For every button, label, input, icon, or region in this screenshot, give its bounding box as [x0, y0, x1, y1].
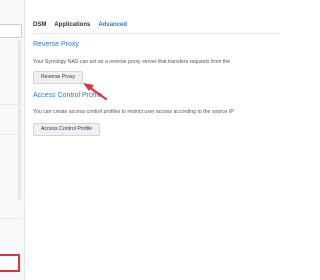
tab-bar: DSM Applications Advanced	[33, 22, 127, 28]
tab-dsm[interactable]: DSM	[33, 22, 46, 28]
sidebar-divider	[0, 218, 22, 219]
main-panel: DSM Applications Advanced Reverse Proxy …	[25, 0, 280, 280]
sidebar-item-selected[interactable]	[0, 254, 20, 272]
access-control-description: You can create access control profiles t…	[33, 109, 234, 115]
sidebar-search-input[interactable]	[0, 24, 22, 38]
access-control-profile-button[interactable]: Access Control Profile	[33, 123, 101, 136]
reverse-proxy-title: Reverse Proxy	[33, 41, 79, 48]
tab-divider	[33, 33, 280, 34]
tab-advanced[interactable]: Advanced	[98, 22, 127, 28]
tab-applications[interactable]: Applications	[54, 22, 90, 28]
sidebar	[0, 0, 25, 280]
reverse-proxy-description: Your Synology NAS can act as a reverse p…	[33, 59, 231, 65]
access-control-title: Access Control Profile	[33, 92, 102, 99]
reverse-proxy-button[interactable]: Reverse Proxy	[33, 71, 84, 84]
sidebar-scrollbar[interactable]	[18, 40, 21, 200]
